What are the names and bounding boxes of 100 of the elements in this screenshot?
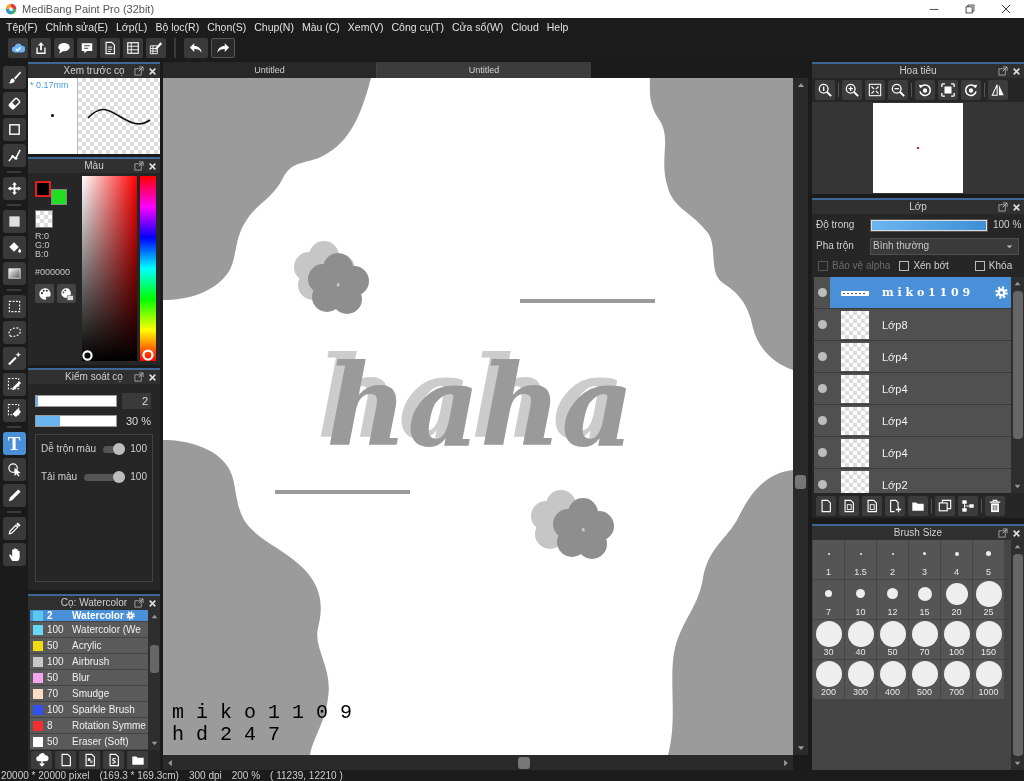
brush-list-row[interactable]: 50 Eraser (Soft) xyxy=(30,734,148,750)
brush-size-cell[interactable]: 700 xyxy=(941,660,972,699)
toolbar-button[interactable] xyxy=(54,38,74,58)
down-arrow-icon[interactable] xyxy=(1013,482,1022,491)
line-tool-button[interactable] xyxy=(2,144,26,167)
move-tool-button[interactable] xyxy=(2,177,26,200)
toolbar-button[interactable] xyxy=(123,38,143,58)
zoom-in-button[interactable] xyxy=(842,80,862,100)
layer-row[interactable]: Lớp2 xyxy=(814,469,1011,493)
palette-settings-button[interactable] xyxy=(57,284,76,303)
brush-size-cell[interactable]: 150 xyxy=(973,620,1004,659)
new-1bit-layer-button[interactable] xyxy=(862,495,882,516)
down-arrow-icon[interactable] xyxy=(149,739,159,748)
brush-size-cell[interactable]: 10 xyxy=(845,580,876,619)
brush-size-cell[interactable]: 200 xyxy=(813,660,844,699)
scrollbar-thumb[interactable] xyxy=(149,645,159,673)
fill-rect-tool-button[interactable] xyxy=(2,210,26,233)
zoom-reset-button[interactable] xyxy=(815,80,835,100)
brush-size-cell[interactable]: 2 xyxy=(877,540,908,579)
gear-icon[interactable] xyxy=(995,286,1008,299)
slider-track[interactable] xyxy=(35,415,117,427)
dot-tool-button[interactable] xyxy=(2,118,26,141)
brush-list-row[interactable]: 50 Acrylic xyxy=(30,638,148,654)
add-layer-button[interactable] xyxy=(885,495,905,516)
popout-icon[interactable] xyxy=(998,202,1008,212)
checkbox[interactable] xyxy=(974,261,985,271)
up-arrow-icon[interactable] xyxy=(1013,279,1022,288)
brush-size-cell[interactable]: 1.5 xyxy=(845,540,876,579)
palette-button[interactable] xyxy=(35,284,54,303)
close-icon[interactable] xyxy=(1012,66,1021,76)
menu-item[interactable]: Màu (C) xyxy=(298,20,343,34)
brush-tool-button[interactable] xyxy=(2,66,26,89)
close-icon[interactable] xyxy=(148,372,157,382)
value-field[interactable]: 2 xyxy=(122,393,151,409)
slider-track[interactable] xyxy=(35,395,117,407)
popout-icon[interactable] xyxy=(134,372,144,382)
toolbar-button[interactable] xyxy=(31,38,51,58)
scrollbar-thumb[interactable] xyxy=(518,756,530,769)
brush-list-row[interactable]: 50 Blur xyxy=(30,670,148,686)
brush-settings-button[interactable] xyxy=(103,751,124,769)
menu-item[interactable]: Cloud xyxy=(508,20,542,34)
toolbar-button[interactable] xyxy=(8,38,28,58)
brush-size-cell[interactable]: 100 xyxy=(941,620,972,659)
brush-size-cell[interactable]: 20 xyxy=(941,580,972,619)
new-layer-button[interactable] xyxy=(816,495,836,516)
slider-thumb[interactable] xyxy=(113,442,126,455)
fit-screen-button[interactable] xyxy=(865,80,885,100)
new-folder-button[interactable] xyxy=(908,495,928,516)
brush-list-row[interactable]: 100 Sparkle Brush xyxy=(30,702,148,718)
layer-row[interactable]: Lớp4 xyxy=(814,405,1011,437)
brush-size-cell[interactable]: 3 xyxy=(909,540,940,579)
eraser-tool-button[interactable] xyxy=(2,92,26,115)
horizontal-scrollbar[interactable] xyxy=(163,755,793,770)
menu-item[interactable]: Xem(V) xyxy=(344,20,387,34)
brush-size-cell[interactable]: 500 xyxy=(909,660,940,699)
brush-size-cell[interactable]: 1 xyxy=(813,540,844,579)
toolbar-button[interactable] xyxy=(77,38,97,58)
menu-item[interactable]: Tệp(F) xyxy=(3,20,41,34)
checkbox-option[interactable]: Xén bớt xyxy=(899,260,949,272)
close-icon[interactable] xyxy=(1012,528,1021,538)
close-icon[interactable] xyxy=(148,161,157,171)
eyedropper-tool-button[interactable] xyxy=(2,517,26,540)
gear-icon[interactable] xyxy=(125,611,135,620)
picker-ring-icon[interactable] xyxy=(82,350,93,361)
pen-tool-button[interactable] xyxy=(2,484,26,507)
merge-layer-button[interactable] xyxy=(958,495,978,516)
menu-item[interactable]: Help xyxy=(543,20,572,34)
brush-list-row[interactable]: 8 Rotation Symme xyxy=(30,718,148,734)
slider-track[interactable] xyxy=(103,445,126,453)
menu-item[interactable]: Chọn(S) xyxy=(204,20,250,34)
canvas-tab[interactable]: Untitled xyxy=(163,62,377,78)
up-arrow-icon[interactable] xyxy=(149,612,159,621)
hue-slider-track[interactable] xyxy=(140,176,156,361)
brush-size-cell[interactable]: 15 xyxy=(909,580,940,619)
popout-icon[interactable] xyxy=(134,161,144,171)
menu-item[interactable]: Công cụ(T) xyxy=(388,20,447,34)
select-tool-button[interactable] xyxy=(2,295,26,318)
menu-item[interactable]: Chụp(N) xyxy=(251,20,297,34)
popout-icon[interactable] xyxy=(134,598,144,608)
layer-row[interactable]: Lớp4 xyxy=(814,437,1011,469)
gradient-tool-button[interactable] xyxy=(2,262,26,285)
object-tool-button[interactable] xyxy=(2,458,26,481)
brush-size-cell[interactable]: 5 xyxy=(973,540,1004,579)
brush-size-cell[interactable]: 400 xyxy=(877,660,908,699)
menu-item[interactable]: Bộ lọc(R) xyxy=(152,20,203,34)
bucket-tool-button[interactable] xyxy=(2,236,26,259)
transparent-swatch-icon[interactable] xyxy=(35,210,53,228)
brush-size-cell[interactable]: 30 xyxy=(813,620,844,659)
close-icon[interactable] xyxy=(1012,202,1021,212)
toolbar-button[interactable] xyxy=(100,38,120,58)
close-icon[interactable] xyxy=(148,598,157,608)
menu-item[interactable]: Lớp(L) xyxy=(112,20,151,34)
brush-size-cell[interactable]: 7 xyxy=(813,580,844,619)
up-arrow-icon[interactable] xyxy=(1013,542,1022,551)
brush-size-cell[interactable]: 70 xyxy=(909,620,940,659)
zoom-out-button[interactable] xyxy=(888,80,908,100)
cloud-download-button[interactable] xyxy=(31,751,52,769)
brush-size-cell[interactable]: 40 xyxy=(845,620,876,659)
selection-pen-tool-button[interactable] xyxy=(2,373,26,396)
saturation-value-field[interactable] xyxy=(82,176,137,361)
